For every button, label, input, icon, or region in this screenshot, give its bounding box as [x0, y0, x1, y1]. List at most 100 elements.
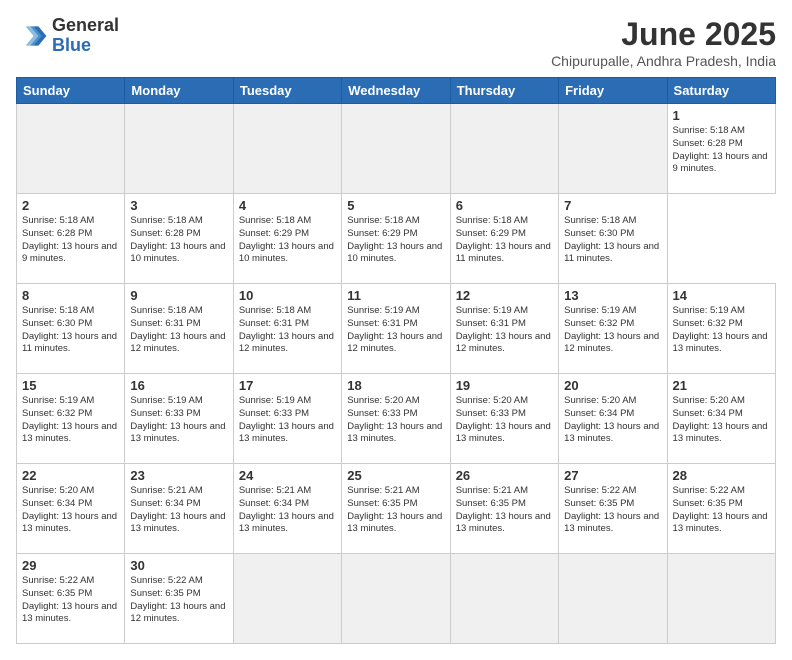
day-info: Sunrise: 5:20 AMSunset: 6:33 PMDaylight:… — [456, 395, 553, 446]
calendar-day: 19 Sunrise: 5:20 AMSunset: 6:33 PMDayligh… — [450, 374, 558, 464]
day-info: Sunrise: 5:22 AMSunset: 6:35 PMDaylight:… — [130, 575, 227, 626]
calendar-day: 29 Sunrise: 5:22 AMSunset: 6:35 PMDayligh… — [17, 554, 125, 644]
calendar-day: 1Sunrise: 5:18 AMSunset: 6:28 PMDaylight… — [667, 104, 775, 194]
calendar-week-row: 15 Sunrise: 5:19 AMSunset: 6:32 PMDayligh… — [17, 374, 776, 464]
day-info: Sunrise: 5:19 AMSunset: 6:33 PMDaylight:… — [130, 395, 227, 446]
calendar-table: SundayMondayTuesdayWednesdayThursdayFrid… — [16, 77, 776, 644]
day-number: 18 — [347, 378, 444, 393]
day-number: 20 — [564, 378, 661, 393]
day-number: 29 — [22, 558, 119, 573]
day-info: Sunrise: 5:18 AMSunset: 6:31 PMDaylight:… — [239, 305, 336, 356]
header-tuesday: Tuesday — [233, 78, 341, 104]
day-info: Sunrise: 5:19 AMSunset: 6:33 PMDaylight:… — [239, 395, 336, 446]
logo-general-text: General — [52, 16, 119, 36]
day-info: Sunrise: 5:22 AMSunset: 6:35 PMDaylight:… — [673, 485, 770, 536]
calendar-day: 12 Sunrise: 5:19 AMSunset: 6:31 PMDayligh… — [450, 284, 558, 374]
day-number: 6 — [456, 198, 553, 213]
header-friday: Friday — [559, 78, 667, 104]
day-number: 13 — [564, 288, 661, 303]
logo: General Blue — [16, 16, 119, 56]
day-info: Sunrise: 5:20 AMSunset: 6:34 PMDaylight:… — [673, 395, 770, 446]
day-info: Sunrise: 5:19 AMSunset: 6:31 PMDaylight:… — [456, 305, 553, 356]
day-info: Sunrise: 5:18 AMSunset: 6:29 PMDaylight:… — [347, 215, 444, 266]
day-number: 24 — [239, 468, 336, 483]
calendar-week-row: 29 Sunrise: 5:22 AMSunset: 6:35 PMDayligh… — [17, 554, 776, 644]
calendar-day: 7Sunrise: 5:18 AMSunset: 6:30 PMDaylight… — [559, 194, 667, 284]
day-info: Sunrise: 5:20 AMSunset: 6:34 PMDaylight:… — [22, 485, 119, 536]
day-info: Sunrise: 5:19 AMSunset: 6:32 PMDaylight:… — [564, 305, 661, 356]
calendar-day: 25 Sunrise: 5:21 AMSunset: 6:35 PMDayligh… — [342, 464, 450, 554]
empty-cell — [17, 104, 125, 194]
calendar-day: 14 Sunrise: 5:19 AMSunset: 6:32 PMDayligh… — [667, 284, 775, 374]
calendar-day: 17 Sunrise: 5:19 AMSunset: 6:33 PMDayligh… — [233, 374, 341, 464]
day-info: Sunrise: 5:18 AMSunset: 6:30 PMDaylight:… — [22, 305, 119, 356]
day-number: 1 — [673, 108, 770, 123]
day-number: 3 — [130, 198, 227, 213]
calendar-day: 9 Sunrise: 5:18 AMSunset: 6:31 PMDaylight… — [125, 284, 233, 374]
calendar-day: 15 Sunrise: 5:19 AMSunset: 6:32 PMDayligh… — [17, 374, 125, 464]
day-info: Sunrise: 5:20 AMSunset: 6:33 PMDaylight:… — [347, 395, 444, 446]
day-number: 12 — [456, 288, 553, 303]
day-number: 17 — [239, 378, 336, 393]
day-number: 2 — [22, 198, 119, 213]
header-wednesday: Wednesday — [342, 78, 450, 104]
day-info: Sunrise: 5:22 AMSunset: 6:35 PMDaylight:… — [564, 485, 661, 536]
day-info: Sunrise: 5:19 AMSunset: 6:32 PMDaylight:… — [673, 305, 770, 356]
day-number: 11 — [347, 288, 444, 303]
calendar-day: 28Sunrise: 5:22 AMSunset: 6:35 PMDayligh… — [667, 464, 775, 554]
day-number: 9 — [130, 288, 227, 303]
day-number: 14 — [673, 288, 770, 303]
header-thursday: Thursday — [450, 78, 558, 104]
day-number: 27 — [564, 468, 661, 483]
calendar-day: 24 Sunrise: 5:21 AMSunset: 6:34 PMDayligh… — [233, 464, 341, 554]
day-number: 10 — [239, 288, 336, 303]
day-info: Sunrise: 5:18 AMSunset: 6:31 PMDaylight:… — [130, 305, 227, 356]
calendar-day: 26Sunrise: 5:21 AMSunset: 6:35 PMDayligh… — [450, 464, 558, 554]
calendar-day: 23 Sunrise: 5:21 AMSunset: 6:34 PMDayligh… — [125, 464, 233, 554]
day-info: Sunrise: 5:21 AMSunset: 6:34 PMDaylight:… — [239, 485, 336, 536]
calendar-day: 27 Sunrise: 5:22 AMSunset: 6:35 PMDayligh… — [559, 464, 667, 554]
day-info: Sunrise: 5:18 AMSunset: 6:30 PMDaylight:… — [564, 215, 661, 266]
day-info: Sunrise: 5:18 AMSunset: 6:28 PMDaylight:… — [130, 215, 227, 266]
day-number: 21 — [673, 378, 770, 393]
day-number: 30 — [130, 558, 227, 573]
header-monday: Monday — [125, 78, 233, 104]
calendar-day: 2 Sunrise: 5:18 AMSunset: 6:28 PMDaylight… — [17, 194, 125, 284]
calendar-header-row: SundayMondayTuesdayWednesdayThursdayFrid… — [17, 78, 776, 104]
day-info: Sunrise: 5:21 AMSunset: 6:34 PMDaylight:… — [130, 485, 227, 536]
day-number: 19 — [456, 378, 553, 393]
day-number: 22 — [22, 468, 119, 483]
empty-cell — [559, 104, 667, 194]
calendar-day: 16 Sunrise: 5:19 AMSunset: 6:33 PMDayligh… — [125, 374, 233, 464]
day-number: 8 — [22, 288, 119, 303]
day-info: Sunrise: 5:22 AMSunset: 6:35 PMDaylight:… — [22, 575, 119, 626]
day-info: Sunrise: 5:20 AMSunset: 6:34 PMDaylight:… — [564, 395, 661, 446]
calendar-day: 30 Sunrise: 5:22 AMSunset: 6:35 PMDayligh… — [125, 554, 233, 644]
empty-cell — [450, 104, 558, 194]
header-sunday: Sunday — [17, 78, 125, 104]
day-number: 23 — [130, 468, 227, 483]
day-info: Sunrise: 5:18 AMSunset: 6:29 PMDaylight:… — [239, 215, 336, 266]
calendar-day — [667, 554, 775, 644]
title-area: June 2025 Chipurupalle, Andhra Pradesh, … — [551, 16, 776, 69]
calendar-week-row: 8 Sunrise: 5:18 AMSunset: 6:30 PMDaylight… — [17, 284, 776, 374]
calendar-day: 21 Sunrise: 5:20 AMSunset: 6:34 PMDayligh… — [667, 374, 775, 464]
calendar-day — [559, 554, 667, 644]
calendar-subtitle: Chipurupalle, Andhra Pradesh, India — [551, 53, 776, 69]
day-number: 16 — [130, 378, 227, 393]
calendar-week-row: 22 Sunrise: 5:20 AMSunset: 6:34 PMDayligh… — [17, 464, 776, 554]
calendar-week-row: 2 Sunrise: 5:18 AMSunset: 6:28 PMDaylight… — [17, 194, 776, 284]
calendar-day: 6Sunrise: 5:18 AMSunset: 6:29 PMDaylight… — [450, 194, 558, 284]
calendar-day: 8 Sunrise: 5:18 AMSunset: 6:30 PMDaylight… — [17, 284, 125, 374]
calendar-day: 3 Sunrise: 5:18 AMSunset: 6:28 PMDaylight… — [125, 194, 233, 284]
day-info: Sunrise: 5:21 AMSunset: 6:35 PMDaylight:… — [347, 485, 444, 536]
day-number: 25 — [347, 468, 444, 483]
header-saturday: Saturday — [667, 78, 775, 104]
day-number: 15 — [22, 378, 119, 393]
day-info: Sunrise: 5:18 AMSunset: 6:28 PMDaylight:… — [22, 215, 119, 266]
day-number: 4 — [239, 198, 336, 213]
empty-cell — [125, 104, 233, 194]
calendar-day — [450, 554, 558, 644]
day-info: Sunrise: 5:19 AMSunset: 6:32 PMDaylight:… — [22, 395, 119, 446]
calendar-day: 4 Sunrise: 5:18 AMSunset: 6:29 PMDaylight… — [233, 194, 341, 284]
